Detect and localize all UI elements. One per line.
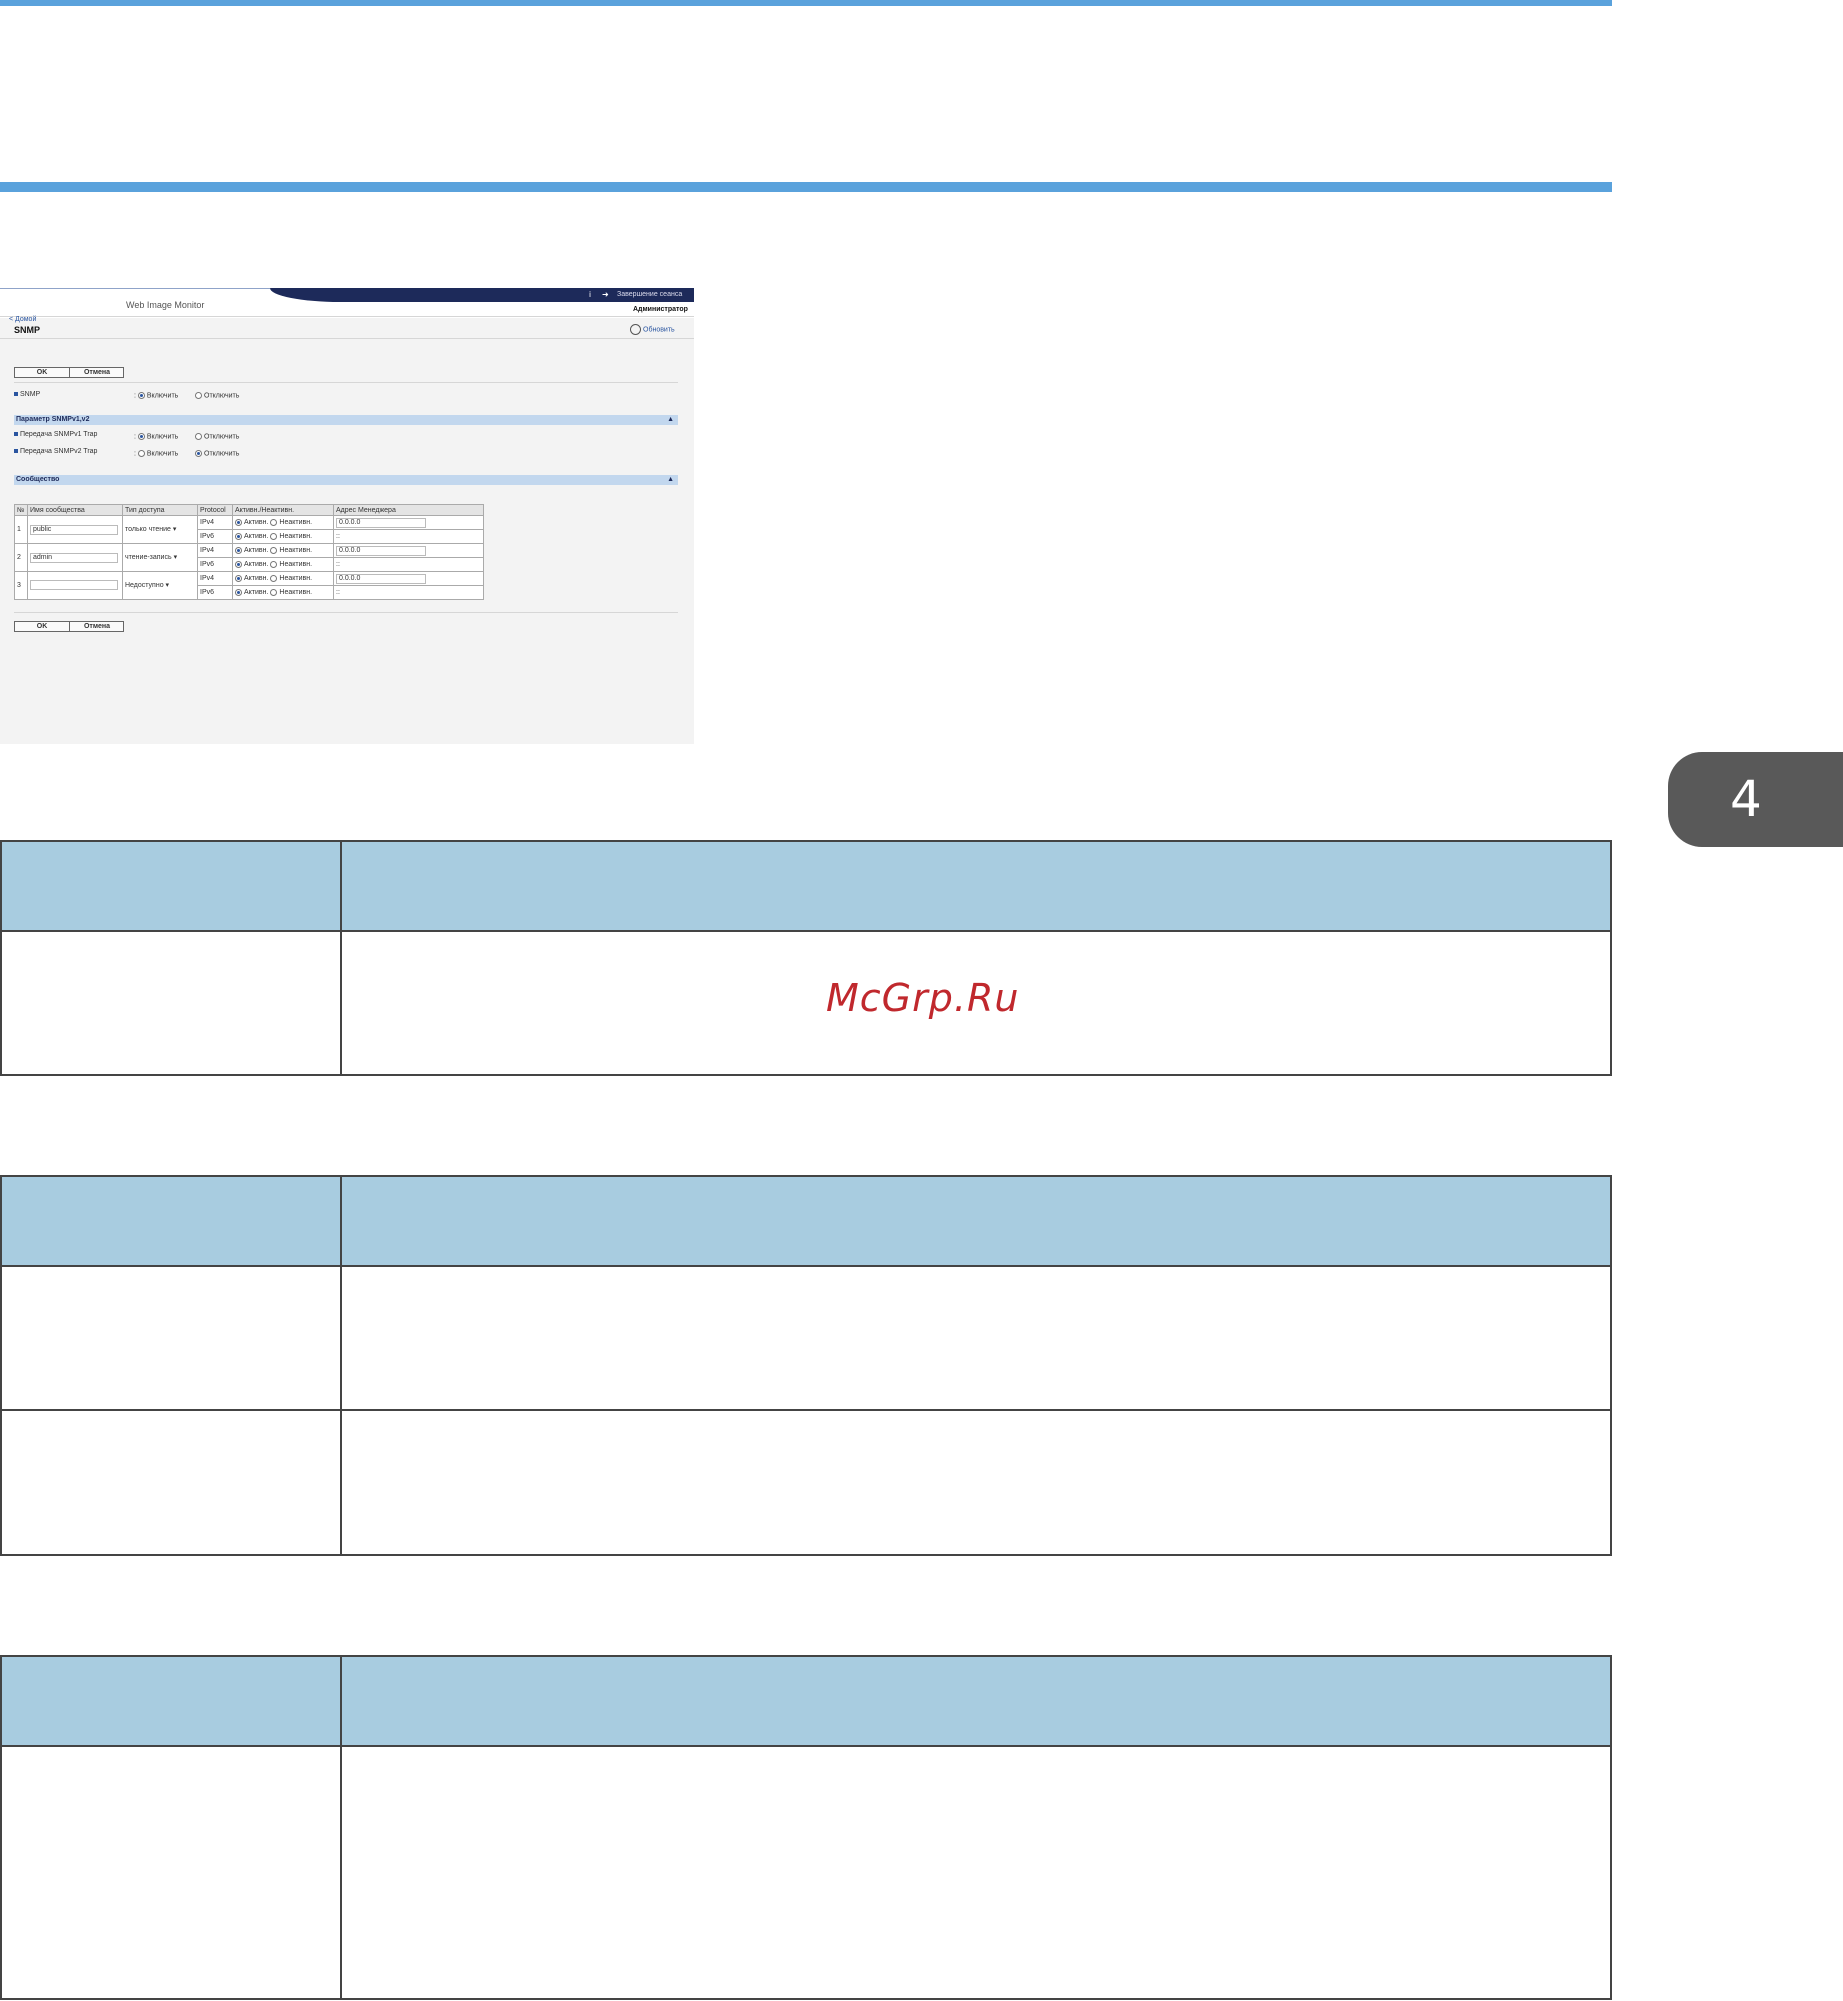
inactive-radio[interactable]: Неактивн. xyxy=(270,588,312,596)
top-rule xyxy=(0,0,1612,6)
info-icon[interactable]: i xyxy=(585,290,595,300)
active-radio[interactable]: Активн. xyxy=(235,546,268,554)
manager-address-value: :: xyxy=(336,561,340,568)
col-active: Активн./Неактивн. xyxy=(232,504,334,516)
access-select[interactable]: чтение-запись ▾ xyxy=(125,554,177,562)
table-row xyxy=(2,930,1610,1074)
inactive-radio[interactable]: Неактивн. xyxy=(270,532,312,540)
logout-link[interactable]: Завершение сеанса xyxy=(617,291,682,298)
col-name: Имя сообщества xyxy=(27,504,123,516)
snmp-disable-radio[interactable]: Отключить xyxy=(195,392,239,399)
ok-button[interactable]: OK xyxy=(15,622,69,631)
manager-address-input[interactable]: 0.0.0.0 xyxy=(336,573,426,584)
logout-icon[interactable]: ➜ xyxy=(602,290,612,300)
table-row: 2 admin чтение-запись ▾ IPv4 Активн. Неа… xyxy=(14,543,484,572)
manager-address-input[interactable]: 0.0.0.0 xyxy=(336,545,426,556)
user-label: Администратор xyxy=(633,306,688,313)
trap-v2-label: Передача SNMPv2 Trap xyxy=(14,448,97,455)
inactive-radio[interactable]: Неактивн. xyxy=(270,560,312,568)
table-header xyxy=(2,1177,1610,1265)
back-link[interactable]: < Домой xyxy=(9,316,36,323)
access-select[interactable]: Недоступно ▾ xyxy=(125,582,169,590)
chapter-tab: 4 xyxy=(1668,752,1843,847)
access-select[interactable]: только чтение ▾ xyxy=(125,526,176,534)
button-bar-top: OK Отмена xyxy=(14,367,124,378)
ok-button[interactable]: OK xyxy=(15,368,69,377)
page-title: SNMP xyxy=(14,325,41,335)
col-manager: Адрес Менеджера xyxy=(333,504,484,516)
active-radio[interactable]: Активн. xyxy=(235,574,268,582)
settings-table-2 xyxy=(0,1175,1612,1556)
chapter-number: 4 xyxy=(1730,770,1762,828)
trap-v2-enable-radio[interactable]: : Включить xyxy=(134,450,178,457)
section-community[interactable]: Сообщество ▲ xyxy=(14,475,678,485)
inactive-radio[interactable]: Неактивн. xyxy=(270,518,312,526)
active-radio[interactable]: Активн. xyxy=(235,518,268,526)
table-header xyxy=(2,842,1610,930)
button-bar-bottom: OK Отмена xyxy=(14,621,124,632)
table-header-row: № Имя сообщества Тип доступа Protocol Ак… xyxy=(14,504,484,516)
watermark: McGrp.Ru xyxy=(826,976,1020,1020)
app-title: Web Image Monitor xyxy=(126,300,205,310)
community-name-input[interactable]: admin xyxy=(30,552,118,563)
cancel-button[interactable]: Отмена xyxy=(69,622,124,631)
divider xyxy=(14,612,678,613)
table-row xyxy=(2,1265,1610,1409)
snmp-enable-radio[interactable]: : Включить xyxy=(134,392,178,399)
trap-v1-label: Передача SNMPv1 Trap xyxy=(14,431,97,438)
inactive-radio[interactable]: Неактивн. xyxy=(270,546,312,554)
col-access: Тип доступа xyxy=(122,504,198,516)
trap-v1-enable-radio[interactable]: : Включить xyxy=(134,433,178,440)
snmp-label: SNMP xyxy=(14,391,40,398)
header-rule xyxy=(0,182,1612,192)
collapse-icon[interactable]: ▲ xyxy=(667,475,674,485)
table-header xyxy=(2,1657,1610,1745)
col-protocol: Protocol xyxy=(197,504,233,516)
active-radio[interactable]: Активн. xyxy=(235,560,268,568)
app-header: Web Image Monitor i ➜ Завершение сеанса … xyxy=(0,288,694,318)
refresh-label: Обновить xyxy=(643,326,675,334)
community-name-input[interactable]: public xyxy=(30,524,118,535)
table-row: 1 public только чтение ▾ IPv4 Активн. Не… xyxy=(14,515,484,544)
inactive-radio[interactable]: Неактивн. xyxy=(270,574,312,582)
manager-address-value: :: xyxy=(336,533,340,540)
active-radio[interactable]: Активн. xyxy=(235,532,268,540)
trap-v1-disable-radio[interactable]: Отключить xyxy=(195,433,239,440)
refresh-link[interactable]: Обновить xyxy=(630,324,675,335)
divider xyxy=(14,382,678,383)
table-row: 3 Недоступно ▾ IPv4 Активн. Неактивн. 0.… xyxy=(14,571,484,600)
table-row xyxy=(2,1745,1610,1998)
manager-address-input[interactable]: 0.0.0.0 xyxy=(336,517,426,528)
settings-table-1 xyxy=(0,840,1612,1076)
community-name-input[interactable] xyxy=(30,579,118,590)
active-radio[interactable]: Активн. xyxy=(235,588,268,596)
table-row xyxy=(2,1409,1610,1554)
cancel-button[interactable]: Отмена xyxy=(69,368,124,377)
trap-v2-disable-radio[interactable]: Отключить xyxy=(195,450,239,457)
section-snmpv1v2[interactable]: Параметр SNMPv1,v2 ▲ xyxy=(14,415,678,425)
community-table: № Имя сообщества Тип доступа Protocol Ак… xyxy=(14,504,484,600)
settings-table-3 xyxy=(0,1655,1612,2000)
collapse-icon[interactable]: ▲ xyxy=(667,415,674,425)
divider xyxy=(0,338,694,339)
snmp-screenshot: Web Image Monitor i ➜ Завершение сеанса … xyxy=(0,288,694,744)
divider xyxy=(0,316,694,317)
refresh-icon xyxy=(630,324,641,335)
header-line xyxy=(0,288,270,289)
col-no: № xyxy=(14,504,28,516)
manager-address-value: :: xyxy=(336,589,340,596)
